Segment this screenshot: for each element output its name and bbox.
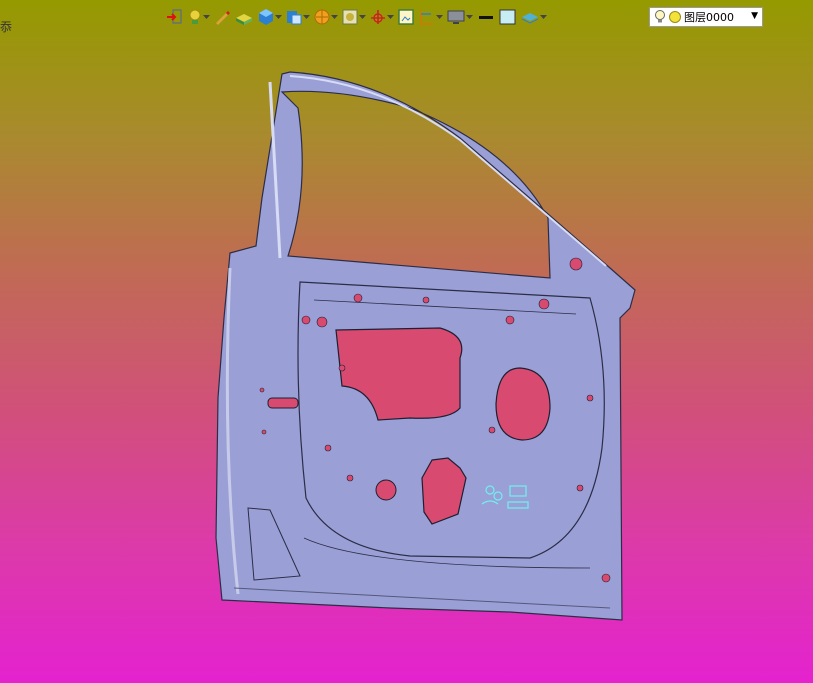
chevron-down-icon[interactable] <box>387 6 394 28</box>
chevron-down-icon[interactable] <box>203 6 210 28</box>
toolbar <box>166 6 550 28</box>
corner-glyph: 忝 <box>0 20 13 34</box>
yellow-slab-icon[interactable] <box>234 6 254 28</box>
pen-tool-icon[interactable] <box>213 6 231 28</box>
yellow-dot-icon <box>669 11 681 23</box>
render-box-icon[interactable] <box>341 6 366 28</box>
speaker-opening <box>495 367 551 441</box>
lightbulb-icon <box>655 10 665 23</box>
frame-icon[interactable] <box>397 6 415 28</box>
chevron-down-icon[interactable] <box>303 6 310 28</box>
layer-dropdown[interactable]: 图层0000 ▼ <box>649 7 763 27</box>
3d-viewport[interactable]: 忝 图层0000 ▼ <box>0 0 813 683</box>
layer-label: 图层0000 <box>684 11 734 24</box>
chevron-down-icon[interactable] <box>540 6 547 28</box>
blue-sheet-icon[interactable] <box>285 6 310 28</box>
color-swatch-icon[interactable] <box>499 6 517 28</box>
section-view-icon[interactable] <box>418 6 443 28</box>
chevron-down-icon[interactable] <box>275 6 282 28</box>
chevron-down-icon[interactable] <box>359 6 366 28</box>
chevron-down-icon[interactable] <box>436 6 443 28</box>
chevron-down-icon[interactable]: ▼ <box>751 11 758 21</box>
black-line-icon[interactable] <box>476 6 496 28</box>
red-axis-icon[interactable] <box>369 6 394 28</box>
orange-sphere-icon[interactable] <box>313 6 338 28</box>
layer-plane-icon[interactable] <box>520 6 547 28</box>
car-door-model[interactable] <box>210 68 650 628</box>
monitor-icon[interactable] <box>446 6 473 28</box>
exit-red-arrow-icon[interactable] <box>166 6 184 28</box>
chevron-down-icon[interactable] <box>466 6 473 28</box>
handle-pocket <box>267 397 299 409</box>
bulb-green-icon[interactable] <box>187 6 210 28</box>
blue-cube-icon[interactable] <box>257 6 282 28</box>
chevron-down-icon[interactable] <box>331 6 338 28</box>
small-hole <box>375 479 397 501</box>
